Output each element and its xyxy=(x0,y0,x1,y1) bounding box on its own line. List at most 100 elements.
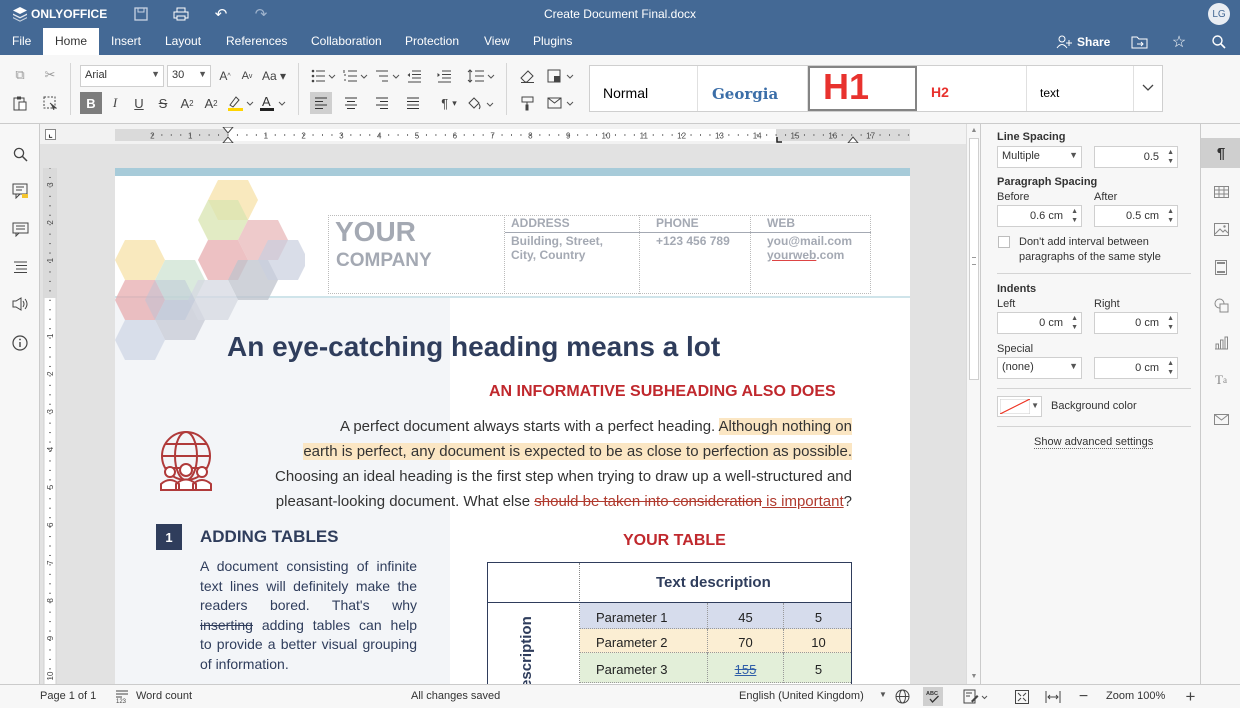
spell-check-icon[interactable]: ABC xyxy=(923,687,943,706)
no-interval-checkbox[interactable] xyxy=(998,236,1010,248)
color-scheme-icon[interactable] xyxy=(546,65,578,87)
tab-file[interactable]: File xyxy=(12,28,31,55)
spin-arrows-icon[interactable]: ▲ ▼ xyxy=(1167,148,1174,166)
tab-insert[interactable]: Insert xyxy=(111,28,141,55)
page-indicator[interactable]: Page 1 of 1 xyxy=(40,690,96,702)
header-footer-tab-icon[interactable] xyxy=(1211,257,1231,277)
background-color-picker[interactable]: ▼ xyxy=(997,396,1042,417)
tab-layout[interactable]: Layout xyxy=(165,28,201,55)
style-georgia[interactable]: Georgia xyxy=(698,66,808,111)
section-paragraph[interactable]: A document consisting of infinite text l… xyxy=(200,557,417,674)
strikethrough-button[interactable]: S xyxy=(152,92,174,114)
scroll-down-icon[interactable]: ▼ xyxy=(969,672,979,680)
zoom-in-icon[interactable]: + xyxy=(1182,687,1199,706)
tab-home[interactable]: Home xyxy=(43,28,99,55)
vertical-scrollbar[interactable]: ▲ ▼ xyxy=(966,124,980,684)
tab-collaboration[interactable]: Collaboration xyxy=(311,28,382,55)
spacing-after-input[interactable]: 0.5 cm ▲ ▼ xyxy=(1094,205,1178,227)
mail-merge-tab-icon[interactable] xyxy=(1211,409,1231,429)
subscript-button[interactable]: A2 xyxy=(200,92,222,114)
font-size-select[interactable]: 30 ▼ xyxy=(167,65,211,87)
zoom-out-icon[interactable]: − xyxy=(1075,688,1092,705)
special-indent-select[interactable]: (none) ▼ xyxy=(997,357,1082,379)
select-all-icon[interactable] xyxy=(39,92,61,114)
justify-button[interactable] xyxy=(402,92,424,114)
share-button[interactable]: Share xyxy=(1077,35,1110,49)
increase-font-icon[interactable]: A ^ xyxy=(214,65,236,87)
indent-right-input[interactable]: 0 cm ▲ ▼ xyxy=(1094,312,1178,334)
document-language-globe-icon[interactable] xyxy=(894,688,911,705)
superscript-button[interactable]: A2 xyxy=(176,92,198,114)
paste-icon[interactable] xyxy=(9,92,31,114)
style-gallery-expand-icon[interactable] xyxy=(1135,78,1161,98)
clear-style-icon[interactable] xyxy=(516,65,538,87)
tab-protection[interactable]: Protection xyxy=(405,28,459,55)
table-row[interactable]: Parameter 3 155 5 xyxy=(580,653,851,683)
highlight-color-icon[interactable] xyxy=(226,92,256,114)
horizontal-ruler[interactable]: 2 1 1 2 3 4 5 6 7 8 9 10 11 12 13 14 15 16 17 xyxy=(115,127,910,143)
document-subheading[interactable]: AN INFORMATIVE SUBHEADING ALSO DOES xyxy=(489,383,836,401)
scroll-up-icon[interactable]: ▲ xyxy=(969,126,979,134)
navigation-icon[interactable] xyxy=(10,257,30,277)
scroll-thumb[interactable] xyxy=(969,138,979,380)
spin-arrows-icon[interactable]: ▲ ▼ xyxy=(1167,359,1174,377)
fit-to-width-icon[interactable] xyxy=(1043,688,1063,705)
align-right-button[interactable] xyxy=(371,92,393,114)
table-row[interactable]: Parameter 2 70 10 xyxy=(580,629,851,653)
zoom-level[interactable]: Zoom 100% xyxy=(1106,690,1165,702)
user-avatar[interactable]: LG xyxy=(1208,3,1230,25)
spin-arrows-icon[interactable]: ▲ ▼ xyxy=(1167,207,1174,225)
document-page[interactable]: YOUR COMPANY ADDRESS Building, Street, C… xyxy=(115,168,910,684)
spin-arrows-icon[interactable]: ▲ ▼ xyxy=(1167,314,1174,332)
italic-button[interactable]: I xyxy=(104,92,126,114)
line-spacing-value-input[interactable]: 0.5 ▲ ▼ xyxy=(1094,146,1178,168)
font-name-select[interactable]: Arial ▼ xyxy=(80,65,164,87)
favorite-star-icon[interactable]: ☆ xyxy=(1170,33,1188,51)
share-icon[interactable] xyxy=(1056,34,1074,50)
table-settings-tab-icon[interactable] xyxy=(1211,182,1231,202)
paragraph-settings-tab-icon[interactable]: ¶ xyxy=(1201,138,1240,168)
intro-paragraph[interactable]: A perfect document always starts with a … xyxy=(245,414,852,514)
align-left-button[interactable] xyxy=(310,92,332,114)
style-text[interactable]: text xyxy=(1027,66,1134,111)
track-changes-icon[interactable] xyxy=(10,219,30,239)
word-count-button[interactable]: Word count xyxy=(136,690,192,702)
text-art-settings-tab-icon[interactable]: Ta xyxy=(1211,370,1231,390)
data-table[interactable]: Text description Text description Parame… xyxy=(487,562,852,684)
decrease-indent-icon[interactable] xyxy=(403,65,425,87)
tab-references[interactable]: References xyxy=(226,28,287,55)
copy-icon[interactable]: ⧉ xyxy=(9,64,31,86)
track-changes-status-icon[interactable] xyxy=(962,688,990,705)
underline-button[interactable]: U xyxy=(128,92,150,114)
tab-view[interactable]: View xyxy=(484,28,510,55)
table-title[interactable]: YOUR TABLE xyxy=(623,532,726,550)
spacing-before-input[interactable]: 0.6 cm ▲ ▼ xyxy=(997,205,1082,227)
increase-indent-icon[interactable] xyxy=(433,65,455,87)
style-h1[interactable]: H1 xyxy=(808,66,917,111)
image-settings-tab-icon[interactable] xyxy=(1211,219,1231,239)
line-spacing-icon[interactable] xyxy=(466,65,496,87)
show-advanced-settings-link[interactable]: Show advanced settings xyxy=(1034,436,1154,449)
table-row[interactable]: Parameter 1 45 5 xyxy=(580,603,851,629)
open-location-icon[interactable] xyxy=(1130,33,1148,51)
document-workspace[interactable]: ⌞ 2 1 1 2 3 4 5 6 7 8 9 10 11 12 13 14 15 16 17 3211234567… xyxy=(40,124,966,684)
tab-plugins[interactable]: Plugins xyxy=(533,28,572,55)
numbering-icon[interactable] xyxy=(342,65,370,87)
copy-style-icon[interactable] xyxy=(516,92,538,114)
shape-settings-tab-icon[interactable] xyxy=(1211,295,1231,315)
style-h2[interactable]: H2 xyxy=(917,66,1027,111)
align-center-button[interactable] xyxy=(340,92,362,114)
paragraph-shading-icon[interactable] xyxy=(466,92,496,114)
decrease-font-icon[interactable]: Av xyxy=(236,65,258,87)
bullets-icon[interactable] xyxy=(310,65,338,87)
vertical-ruler[interactable]: 3 2 1 1 2 3 4 5 6 7 8 9 10 xyxy=(43,168,57,684)
multilevel-list-icon[interactable] xyxy=(374,65,402,87)
style-normal[interactable]: Normal xyxy=(590,66,698,111)
document-heading[interactable]: An eye-catching heading means a lot xyxy=(227,331,720,363)
special-indent-amount-input[interactable]: 0 cm ▲ ▼ xyxy=(1094,357,1178,379)
word-count-icon[interactable]: 123 xyxy=(114,688,130,704)
mail-merge-icon[interactable] xyxy=(546,92,578,114)
fit-to-page-icon[interactable] xyxy=(1013,688,1030,705)
tab-stop-selector[interactable]: ⌞ xyxy=(45,129,56,140)
line-spacing-mode-select[interactable]: Multiple ▼ xyxy=(997,146,1082,168)
